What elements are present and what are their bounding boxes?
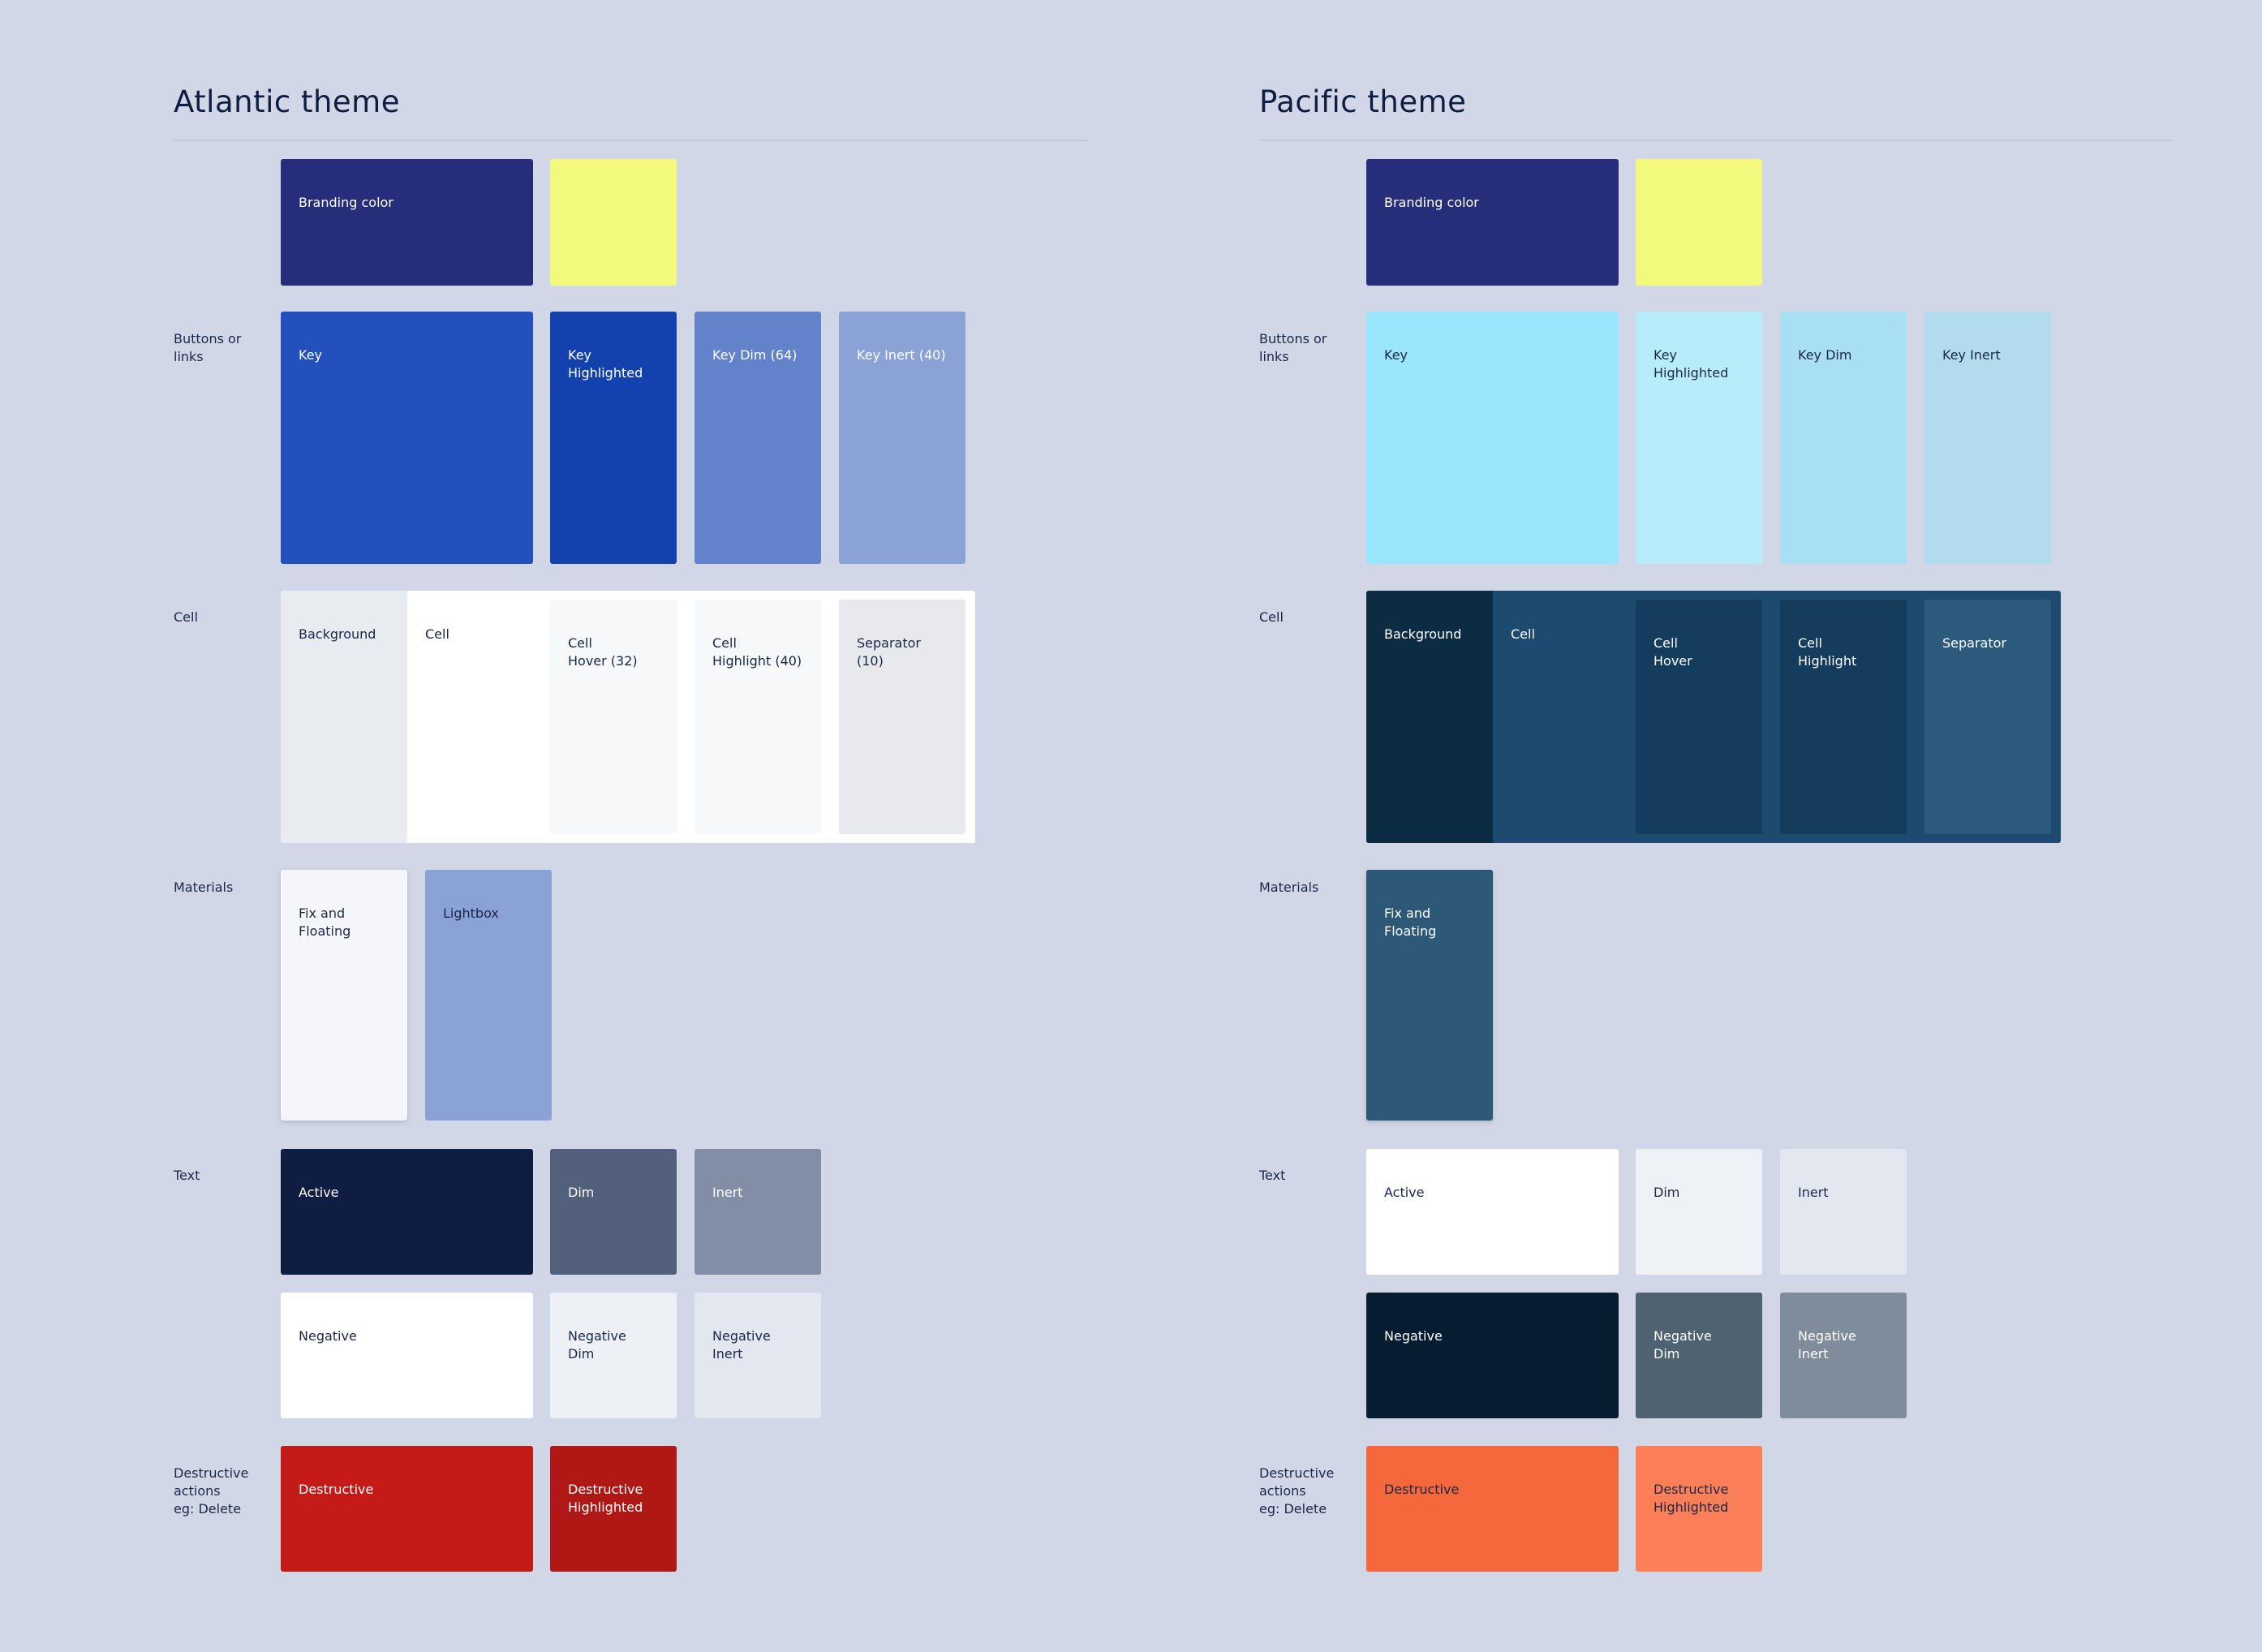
swatch-label: Dim xyxy=(568,1185,595,1200)
text-negative-inert-swatch[interactable]: Negative Inert xyxy=(695,1293,821,1418)
text-negative-dim-swatch[interactable]: Negative Dim xyxy=(1636,1293,1762,1418)
text-inert-swatch[interactable]: Inert xyxy=(695,1149,821,1275)
key-dim-swatch[interactable]: Key Dim xyxy=(1780,312,1907,564)
swatch-label: Destructive Highlighted xyxy=(1653,1482,1729,1515)
swatch-label: Negative Inert xyxy=(712,1328,771,1362)
swatch-label: Key Inert (40) xyxy=(857,347,946,363)
key-dim-swatch[interactable]: Key Dim (64) xyxy=(695,312,821,564)
key-swatch[interactable]: Key xyxy=(1366,312,1619,564)
text-negative-swatch[interactable]: Negative xyxy=(281,1293,533,1418)
text-dim-swatch[interactable]: Dim xyxy=(1636,1149,1762,1275)
swatch-label: Lightbox xyxy=(443,906,499,921)
swatch-label: Key Dim xyxy=(1798,347,1852,363)
swatch-label: Background xyxy=(299,626,376,642)
title-divider xyxy=(1259,140,2173,141)
branding-color-swatch[interactable]: Branding color xyxy=(281,159,533,286)
row-label-materials: Materials xyxy=(1259,880,1319,895)
swatch-label: Key xyxy=(299,347,323,363)
row-label-materials: Materials xyxy=(174,880,234,895)
swatch-label: Cell Highlight xyxy=(1798,635,1857,669)
swatch-label: Background xyxy=(1384,626,1462,642)
swatch-label: Cell Hover (32) xyxy=(568,635,638,669)
swatch-label: Destructive xyxy=(299,1482,374,1497)
key-inert-swatch[interactable]: Key Inert xyxy=(1924,312,2051,564)
swatch-label: Key Dim (64) xyxy=(712,347,798,363)
cell-strip: Background Cell Cell Hover Cell Highligh… xyxy=(1366,591,2061,843)
swatch-label: Destructive Highlighted xyxy=(568,1482,643,1515)
row-label-text: Text xyxy=(174,1168,200,1183)
swatch-label: Key Inert xyxy=(1942,347,2001,363)
swatch-label: Cell Highlight (40) xyxy=(712,635,802,669)
title-divider xyxy=(174,140,1087,141)
fix-floating-swatch[interactable]: Fix and Floating xyxy=(1366,870,1493,1121)
row-label-destructive: Destructive actions eg: Delete xyxy=(1259,1465,1335,1516)
pacific-theme-panel: Pacific theme Branding color Buttons or … xyxy=(1259,0,2173,1652)
destructive-highlighted-swatch[interactable]: Destructive Highlighted xyxy=(550,1446,677,1572)
cell-highlight-swatch[interactable]: Cell Highlight (40) xyxy=(695,600,821,834)
cell-hover-swatch[interactable]: Cell Hover (32) xyxy=(550,600,677,834)
swatch-label: Negative Inert xyxy=(1798,1328,1856,1362)
key-highlighted-swatch[interactable]: Key Highlighted xyxy=(1636,312,1762,564)
swatch-label: Active xyxy=(1384,1185,1425,1200)
swatch-label: Negative xyxy=(1384,1328,1443,1344)
text-negative-inert-swatch[interactable]: Negative Inert xyxy=(1780,1293,1907,1418)
destructive-swatch[interactable]: Destructive xyxy=(281,1446,533,1572)
branding-accent-swatch[interactable] xyxy=(550,159,677,286)
swatch-label: Inert xyxy=(1798,1185,1829,1200)
cell-hover-swatch[interactable]: Cell Hover xyxy=(1636,600,1762,834)
text-active-swatch[interactable]: Active xyxy=(281,1149,533,1275)
swatch-label: Branding color xyxy=(1384,195,1479,210)
key-swatch[interactable]: Key xyxy=(281,312,533,564)
swatch-label: Fix and Floating xyxy=(1384,906,1437,939)
theme-title: Atlantic theme xyxy=(174,84,400,119)
text-dim-swatch[interactable]: Dim xyxy=(550,1149,677,1275)
row-label-destructive: Destructive actions eg: Delete xyxy=(174,1465,249,1516)
fix-floating-swatch[interactable]: Fix and Floating xyxy=(281,870,407,1121)
text-active-swatch[interactable]: Active xyxy=(1366,1149,1619,1275)
text-negative-dim-swatch[interactable]: Negative Dim xyxy=(550,1293,677,1418)
swatch-label: Dim xyxy=(1653,1185,1680,1200)
swatch-label: Inert xyxy=(712,1185,743,1200)
swatch-label: Branding color xyxy=(299,195,393,210)
cell-swatch[interactable]: Cell xyxy=(407,591,552,843)
row-label-buttons: Buttons or links xyxy=(1259,331,1327,364)
cell-background-swatch[interactable]: Background xyxy=(1366,591,1493,843)
swatch-label: Separator xyxy=(1942,635,2006,651)
separator-swatch[interactable]: Separator xyxy=(1924,600,2051,834)
swatch-label: Cell Hover xyxy=(1653,635,1692,669)
swatch-label: Destructive xyxy=(1384,1482,1460,1497)
swatch-label: Cell xyxy=(1511,626,1535,642)
swatch-label: Negative xyxy=(299,1328,357,1344)
separator-swatch[interactable]: Separator (10) xyxy=(839,600,965,834)
row-label-text: Text xyxy=(1259,1168,1286,1183)
swatch-label: Separator (10) xyxy=(857,635,921,669)
cell-strip: Background Cell Cell Hover (32) Cell Hig… xyxy=(281,591,975,843)
text-inert-swatch[interactable]: Inert xyxy=(1780,1149,1907,1275)
swatch-label: Negative Dim xyxy=(1653,1328,1712,1362)
swatch-label: Cell xyxy=(425,626,449,642)
text-negative-swatch[interactable]: Negative xyxy=(1366,1293,1619,1418)
key-inert-swatch[interactable]: Key Inert (40) xyxy=(839,312,965,564)
swatch-label: Key Highlighted xyxy=(568,347,643,381)
swatch-label: Key Highlighted xyxy=(1653,347,1729,381)
swatch-label: Key xyxy=(1384,347,1408,363)
cell-background-swatch[interactable]: Background xyxy=(281,591,407,843)
destructive-swatch[interactable]: Destructive xyxy=(1366,1446,1619,1572)
row-label-cell: Cell xyxy=(174,609,198,625)
destructive-highlighted-swatch[interactable]: Destructive Highlighted xyxy=(1636,1446,1762,1572)
theme-title: Pacific theme xyxy=(1259,84,1467,119)
swatch-label: Active xyxy=(299,1185,339,1200)
swatch-label: Fix and Floating xyxy=(299,906,351,939)
cell-swatch[interactable]: Cell xyxy=(1493,591,1637,843)
swatch-label: Negative Dim xyxy=(568,1328,626,1362)
row-label-cell: Cell xyxy=(1259,609,1284,625)
key-highlighted-swatch[interactable]: Key Highlighted xyxy=(550,312,677,564)
branding-color-swatch[interactable]: Branding color xyxy=(1366,159,1619,286)
branding-accent-swatch[interactable] xyxy=(1636,159,1762,286)
cell-highlight-swatch[interactable]: Cell Highlight xyxy=(1780,600,1907,834)
lightbox-swatch[interactable]: Lightbox xyxy=(425,870,552,1121)
row-label-buttons: Buttons or links xyxy=(174,331,242,364)
atlantic-theme-panel: Atlantic theme Branding color Buttons or… xyxy=(174,0,1087,1652)
